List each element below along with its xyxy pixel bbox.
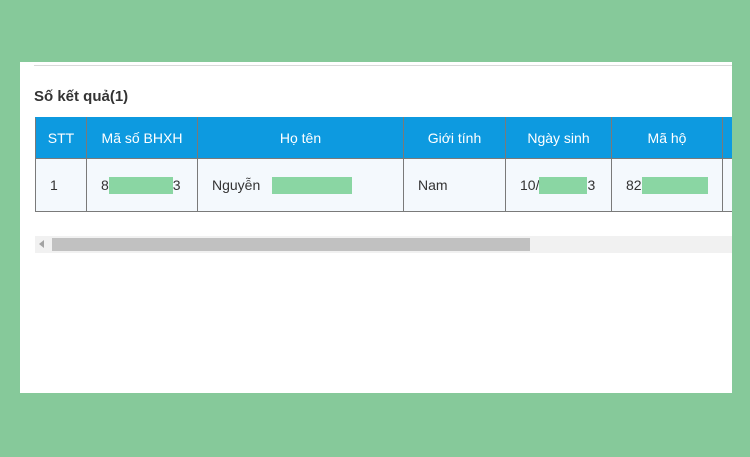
scroll-left-arrow-icon[interactable] (39, 240, 44, 248)
cell-dob: 10/ 3 (505, 158, 612, 212)
result-count-label: Số kết quả(1) (34, 88, 129, 105)
redaction-mask (641, 176, 708, 194)
cell-stt: 1 (35, 158, 87, 212)
name-prefix: Nguyễn (212, 177, 261, 193)
column-header-name[interactable]: Họ tên (197, 117, 404, 159)
column-header-gender[interactable]: Giới tính (403, 117, 506, 159)
horizontal-scrollbar[interactable] (35, 236, 732, 253)
column-header-household[interactable]: Mã hộ (611, 117, 723, 159)
cell-bhxh: 8 3 (86, 158, 198, 212)
scrollbar-thumb[interactable] (52, 238, 530, 251)
table-header-row: STT Mã số BHXH Họ tên Giới tính Ngày sin… (35, 117, 732, 159)
results-table: STT Mã số BHXH Họ tên Giới tính Ngày sin… (35, 117, 732, 212)
results-table-viewport: STT Mã số BHXH Họ tên Giới tính Ngày sin… (35, 117, 732, 212)
dob-suffix: 3 (587, 177, 596, 193)
cell-household: 82 (611, 158, 723, 212)
bhxh-suffix: 3 (172, 177, 181, 193)
divider (34, 65, 732, 66)
column-header-overflow (722, 117, 732, 159)
redaction-mask (272, 176, 353, 194)
redaction-mask (539, 176, 588, 194)
column-header-stt[interactable]: STT (35, 117, 87, 159)
cell-overflow (722, 158, 732, 212)
cell-name: Nguyễn (197, 158, 404, 212)
redaction-mask (108, 176, 173, 194)
cell-gender: Nam (403, 158, 506, 212)
column-header-dob[interactable]: Ngày sinh (505, 117, 612, 159)
results-panel: Số kết quả(1) STT Mã số BHXH Họ tên Giới… (20, 62, 732, 393)
table-row[interactable]: 1 8 3 Nguyễn Nam 10/ 3 82 (35, 158, 732, 212)
dob-prefix: 10/ (520, 177, 540, 193)
bhxh-prefix: 8 (101, 177, 109, 193)
column-header-bhxh[interactable]: Mã số BHXH (86, 117, 198, 159)
household-prefix: 82 (626, 177, 642, 193)
